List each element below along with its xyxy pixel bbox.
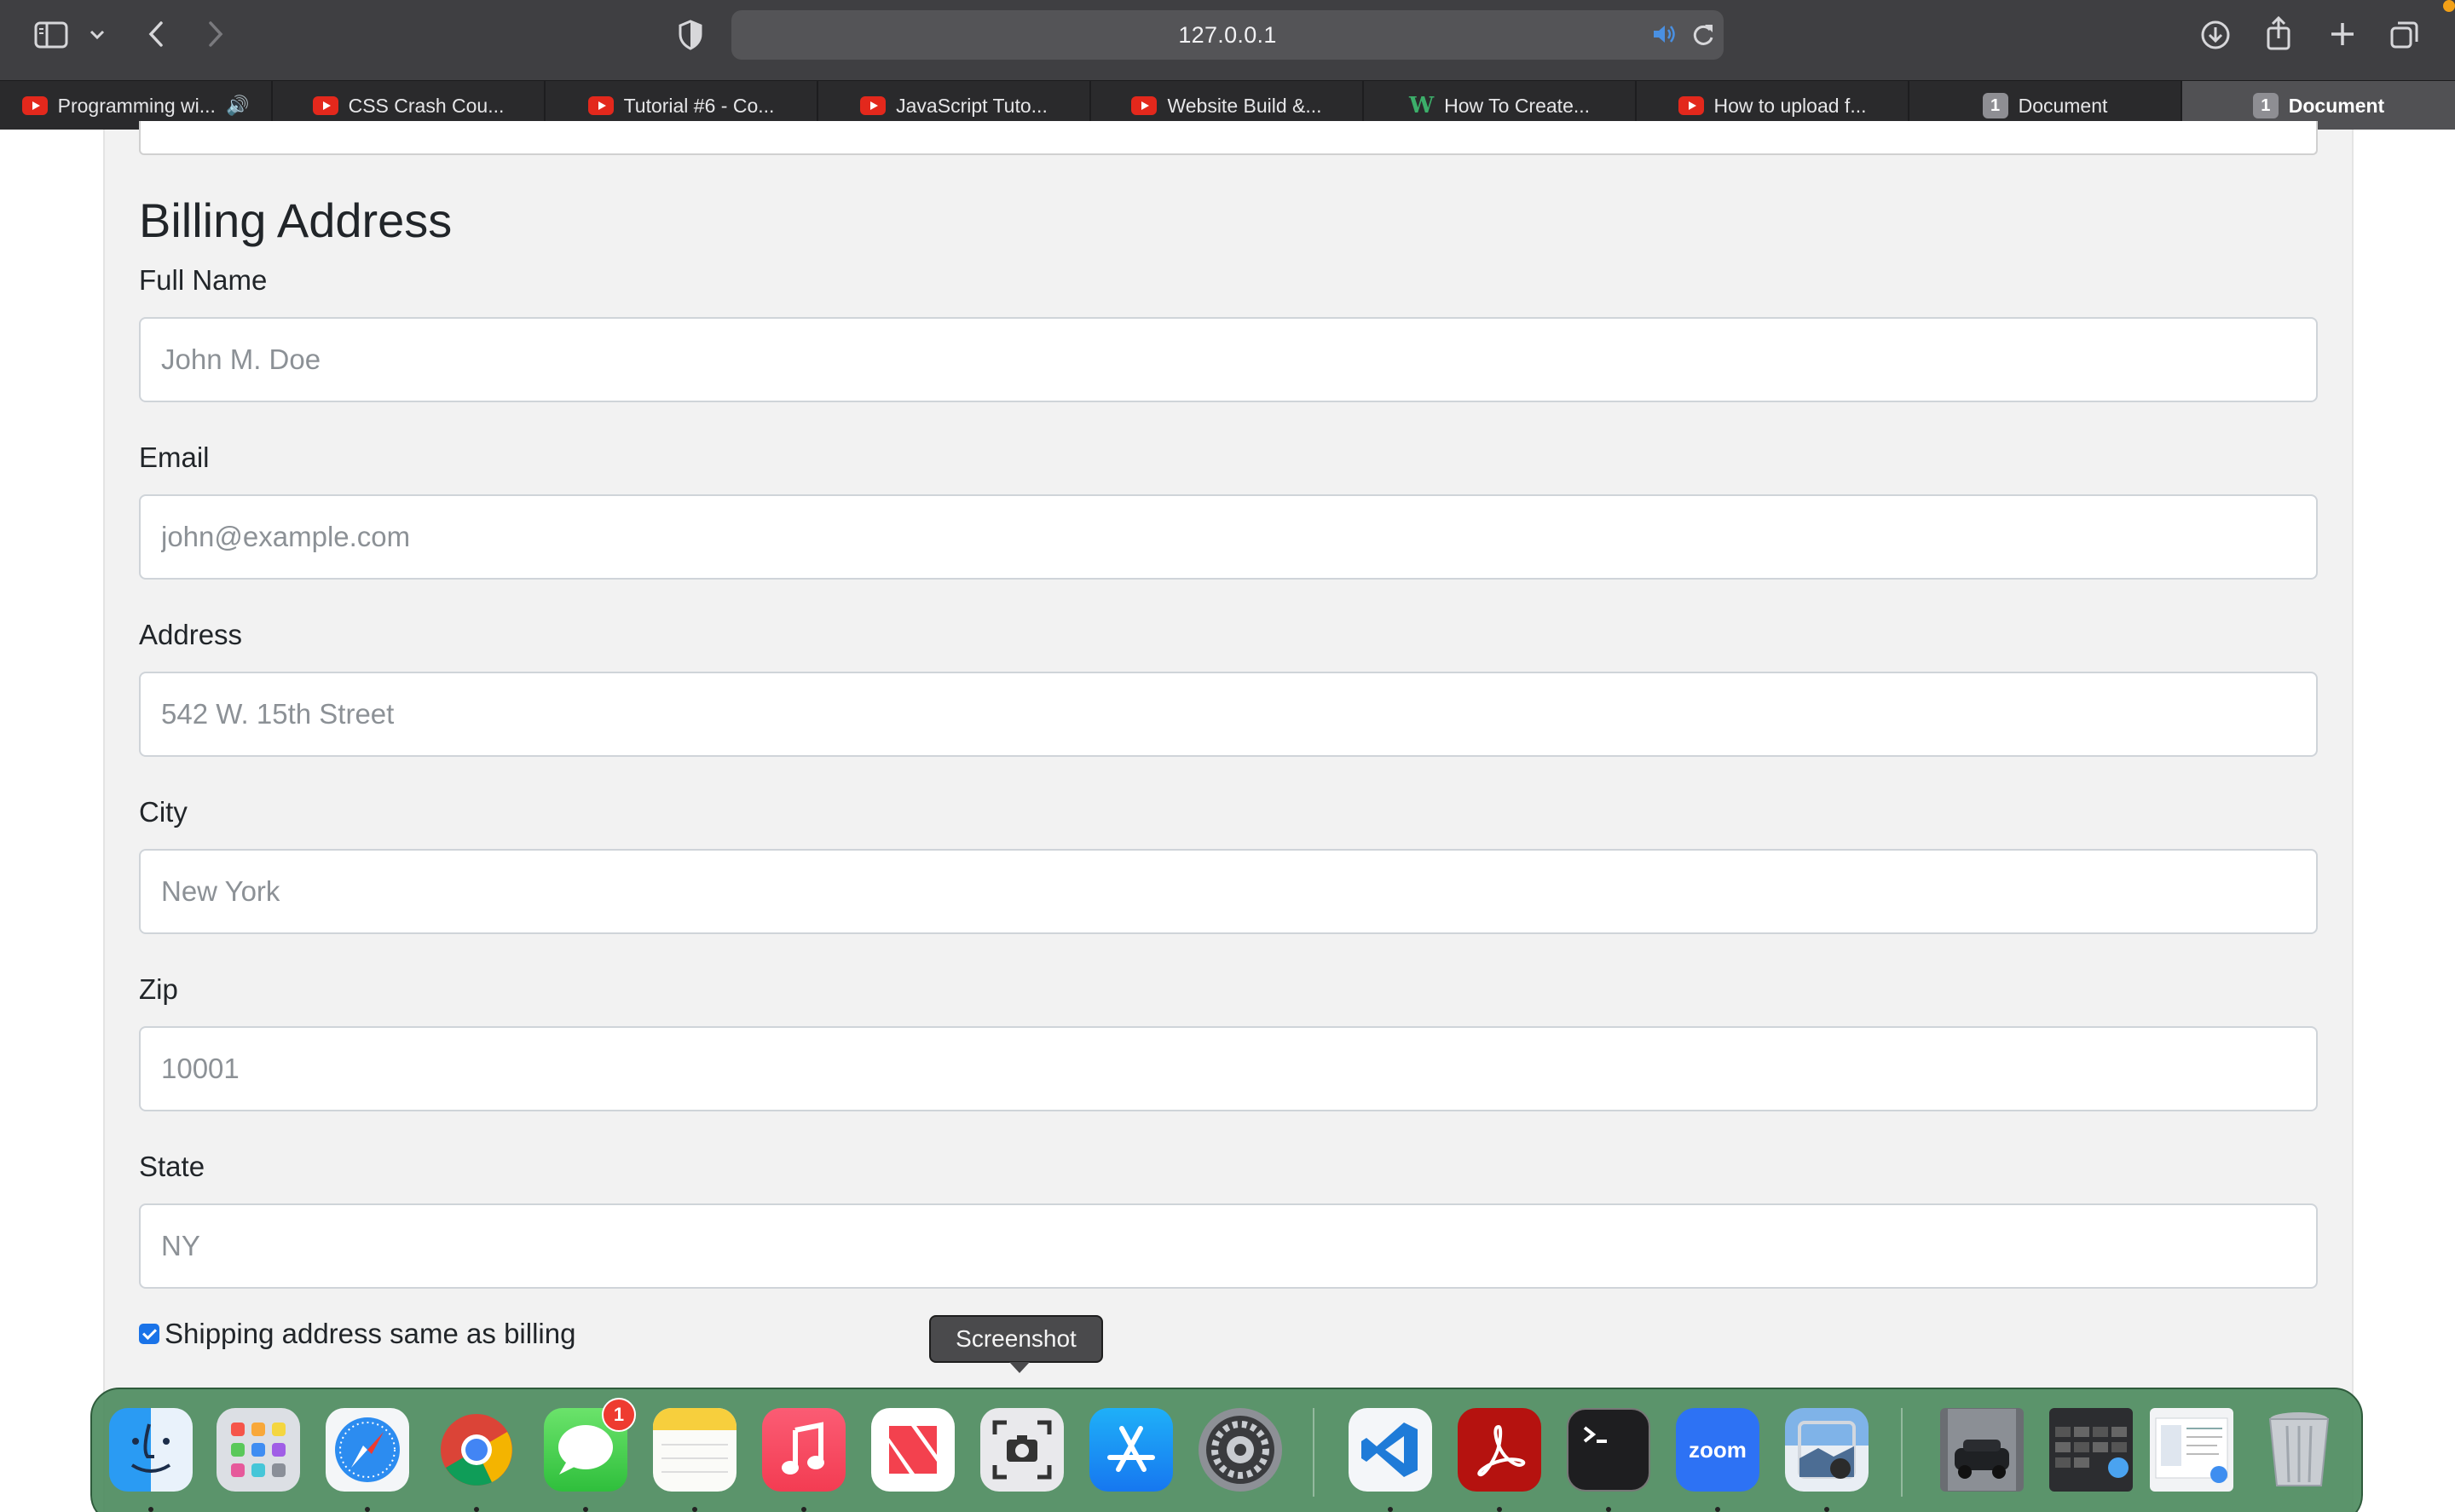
reload-icon[interactable] [1691,22,1715,52]
tab-title: Website Build &... [1167,94,1322,117]
w3-icon: W [1408,93,1435,118]
dock: 1 zoom [90,1388,2363,1512]
vscode-icon[interactable] [1349,1408,1432,1492]
running-indicator [365,1507,370,1512]
music-icon[interactable] [762,1408,846,1492]
full-name-label: Full Name [139,264,268,296]
previous-input-edge[interactable] [139,121,2318,155]
browser-toolbar: 127.0.0.1 [0,0,2455,80]
same-address-checkbox-row[interactable]: Shipping address same as billing [139,1318,575,1350]
tab-overview-icon[interactable] [2387,17,2423,53]
dock-tooltip: Screenshot [929,1315,1103,1373]
tab-title: How to upload f... [1713,94,1867,117]
launchpad-icon[interactable] [217,1408,300,1492]
tab-title: CSS Crash Cou... [348,94,505,117]
running-indicator [1388,1507,1393,1512]
chevron-down-icon[interactable] [85,22,109,48]
trash-icon[interactable] [2257,1408,2341,1492]
system-settings-icon[interactable] [1199,1408,1282,1492]
zip-label: Zip [139,973,178,1005]
same-address-checkbox[interactable] [139,1324,159,1344]
email-label: Email [139,441,210,473]
chrome-icon[interactable] [435,1408,518,1492]
speaker-icon[interactable] [1652,22,1678,50]
folder-stack[interactable] [2049,1408,2133,1492]
document-stack[interactable] [2150,1408,2233,1492]
state-label: State [139,1151,205,1182]
app-store-icon[interactable] [1089,1408,1173,1492]
screen: 127.0.0.1 Programming wi... 🔊 CSS Crash … [0,0,2455,1512]
preview-icon[interactable] [1785,1408,1869,1492]
safari-icon[interactable] [326,1408,409,1492]
running-indicator [583,1507,588,1512]
tab-title: JavaScript Tuto... [896,94,1048,117]
terminal-icon[interactable] [1567,1408,1650,1492]
number-one-icon: 1 [2252,93,2279,118]
forward-arrow-icon[interactable] [201,17,230,51]
tab-title: Document [2018,94,2108,117]
dock-separator [1313,1408,1314,1497]
tab-title: Programming wi... [57,94,216,117]
section-title: Billing Address [139,193,453,247]
email-input[interactable] [139,494,2318,580]
city-input[interactable] [139,849,2318,934]
city-label: City [139,796,188,828]
zoom-icon[interactable]: zoom [1676,1408,1759,1492]
number-one-icon: 1 [1982,93,2008,118]
running-indicator [692,1507,697,1512]
same-address-label: Shipping address same as billing [165,1318,576,1349]
zip-input[interactable] [139,1026,2318,1111]
news-icon[interactable] [871,1408,955,1492]
back-arrow-icon[interactable] [142,17,170,51]
url-text: 127.0.0.1 [1178,21,1277,48]
new-tab-plus-icon[interactable] [2325,17,2360,51]
zoom-label: zoom [1689,1436,1747,1463]
notes-icon[interactable] [653,1408,736,1492]
youtube-icon [1131,96,1158,115]
running-indicator [474,1507,479,1512]
address-input[interactable] [139,672,2318,757]
privacy-shield-icon[interactable] [673,17,708,53]
recording-indicator-dot [2443,0,2455,12]
photo-thumbnail[interactable] [1940,1408,2024,1492]
dock-separator [1901,1408,1903,1497]
messages-badge: 1 [602,1398,636,1432]
running-indicator [1606,1507,1611,1512]
state-input[interactable] [139,1203,2318,1289]
running-indicator [801,1507,806,1512]
running-indicator [1715,1507,1720,1512]
tab-title: How To Create... [1444,94,1591,117]
running-indicator [1824,1507,1829,1512]
address-label: Address [139,619,243,650]
downloads-icon[interactable] [2198,17,2233,53]
web-page: Billing Address Full Name Email Address … [0,121,2455,1512]
running-indicator [148,1507,153,1512]
full-name-input[interactable] [139,317,2318,402]
finder-icon[interactable] [109,1408,193,1492]
youtube-icon [587,96,614,115]
tab-title: Document [2288,94,2385,117]
screenshot-icon[interactable] [980,1408,1064,1492]
tab-title: Tutorial #6 - Co... [623,94,775,117]
acrobat-icon[interactable] [1458,1408,1541,1492]
form-container: Billing Address Full Name Email Address … [103,121,2354,1512]
youtube-icon [312,96,338,115]
youtube-icon [21,96,48,115]
address-bar[interactable]: 127.0.0.1 [731,10,1724,60]
share-icon[interactable] [2262,14,2295,53]
youtube-icon [860,96,887,115]
running-indicator [1497,1507,1502,1512]
youtube-icon [1678,96,1704,115]
sidebar-toggle-icon[interactable] [32,19,70,51]
tab-audio-icon[interactable]: 🔊 [226,95,249,117]
